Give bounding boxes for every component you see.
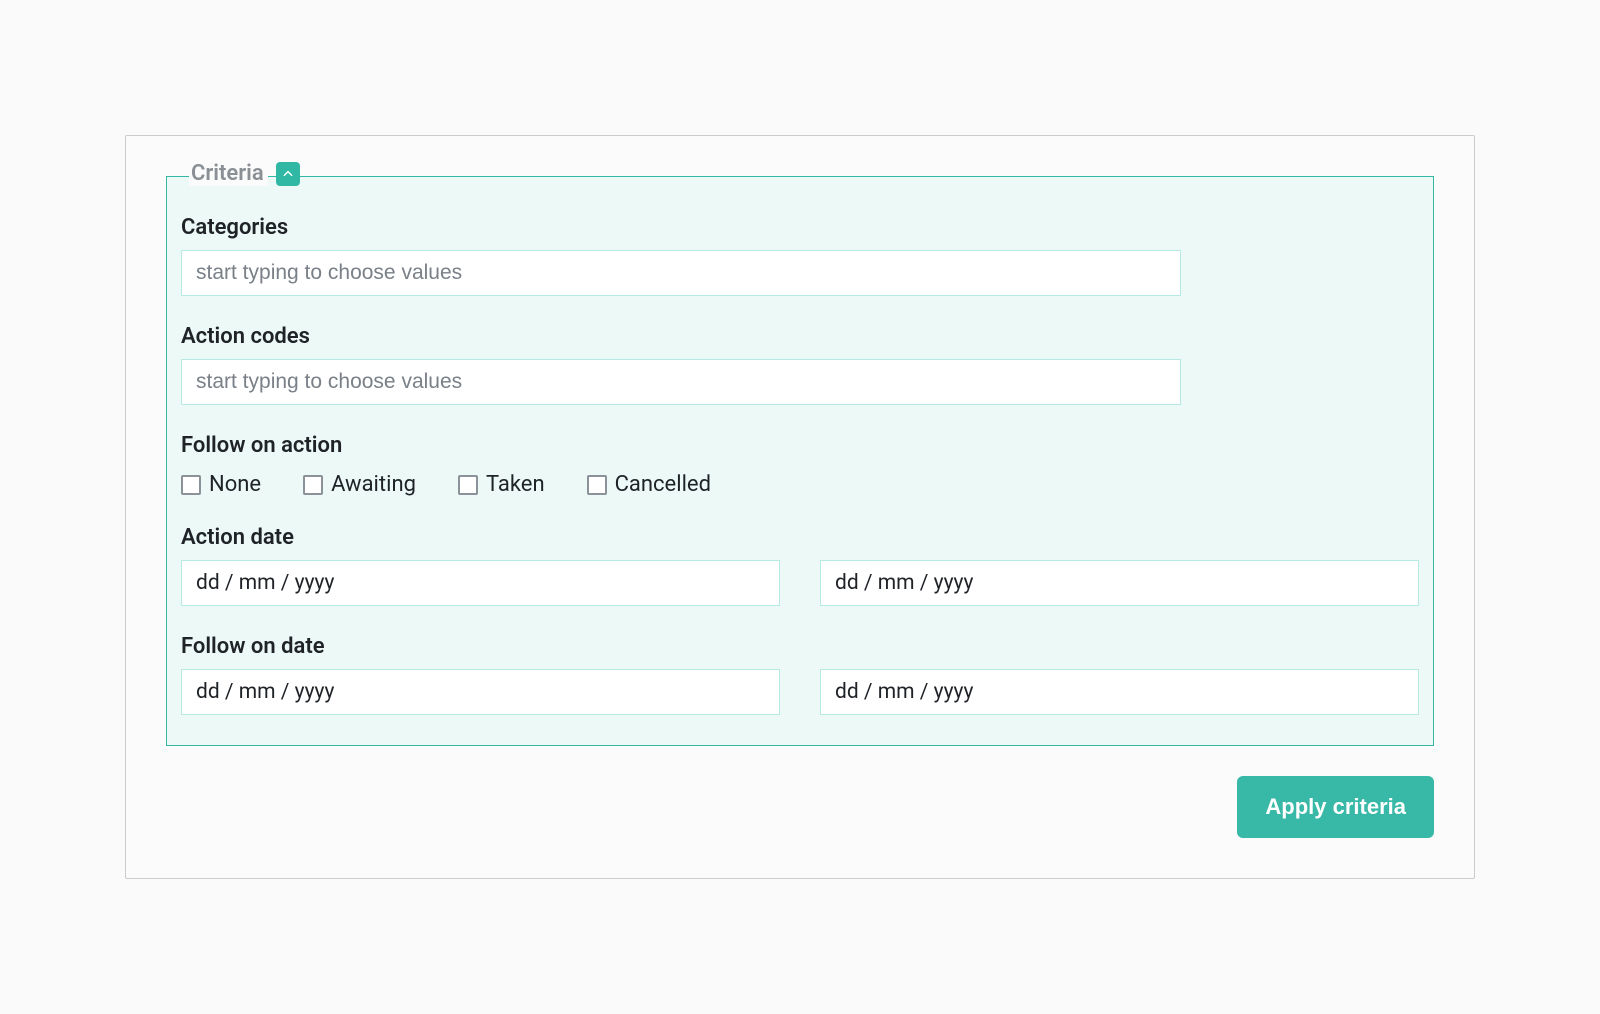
categories-label: Categories bbox=[181, 215, 1419, 240]
date-placeholder: dd / mm / yyyy bbox=[835, 571, 973, 595]
checkbox-label: None bbox=[209, 472, 261, 497]
criteria-fieldset: Criteria Categories Action codes Follow … bbox=[166, 176, 1434, 746]
action-date-row: dd / mm / yyyy dd / mm / yyyy bbox=[181, 560, 1419, 606]
follow-on-date-row: dd / mm / yyyy dd / mm / yyyy bbox=[181, 669, 1419, 715]
checkbox-box-icon bbox=[303, 475, 323, 495]
date-placeholder: dd / mm / yyyy bbox=[196, 680, 334, 704]
action-date-from-input[interactable]: dd / mm / yyyy bbox=[181, 560, 780, 606]
action-codes-label: Action codes bbox=[181, 324, 1419, 349]
checkbox-label: Cancelled bbox=[615, 472, 711, 497]
apply-criteria-button[interactable]: Apply criteria bbox=[1237, 776, 1434, 838]
action-date-label: Action date bbox=[181, 525, 1419, 550]
chevron-up-icon[interactable] bbox=[276, 162, 300, 186]
checkbox-label: Awaiting bbox=[331, 472, 416, 497]
follow-on-action-field: Follow on action None Awaiting Taken Can… bbox=[179, 433, 1421, 497]
follow-on-action-label: Follow on action bbox=[181, 433, 1419, 458]
checkbox-taken[interactable]: Taken bbox=[458, 472, 545, 497]
checkbox-awaiting[interactable]: Awaiting bbox=[303, 472, 416, 497]
action-date-to-input[interactable]: dd / mm / yyyy bbox=[820, 560, 1419, 606]
categories-field: Categories bbox=[179, 215, 1421, 296]
checkbox-none[interactable]: None bbox=[181, 472, 261, 497]
checkbox-box-icon bbox=[587, 475, 607, 495]
criteria-legend-text: Criteria bbox=[189, 161, 268, 186]
date-placeholder: dd / mm / yyyy bbox=[196, 571, 334, 595]
criteria-legend: Criteria bbox=[185, 161, 304, 186]
filter-panel: Criteria Categories Action codes Follow … bbox=[125, 135, 1475, 879]
checkbox-box-icon bbox=[181, 475, 201, 495]
date-placeholder: dd / mm / yyyy bbox=[835, 680, 973, 704]
button-row: Apply criteria bbox=[166, 776, 1434, 838]
follow-on-date-label: Follow on date bbox=[181, 634, 1419, 659]
action-codes-input[interactable] bbox=[181, 359, 1181, 405]
action-codes-field: Action codes bbox=[179, 324, 1421, 405]
action-date-field: Action date dd / mm / yyyy dd / mm / yyy… bbox=[179, 525, 1421, 606]
checkbox-cancelled[interactable]: Cancelled bbox=[587, 472, 711, 497]
checkbox-box-icon bbox=[458, 475, 478, 495]
follow-on-date-from-input[interactable]: dd / mm / yyyy bbox=[181, 669, 780, 715]
follow-on-action-options: None Awaiting Taken Cancelled bbox=[181, 472, 1419, 497]
follow-on-date-field: Follow on date dd / mm / yyyy dd / mm / … bbox=[179, 634, 1421, 715]
follow-on-date-to-input[interactable]: dd / mm / yyyy bbox=[820, 669, 1419, 715]
categories-input[interactable] bbox=[181, 250, 1181, 296]
checkbox-label: Taken bbox=[486, 472, 545, 497]
